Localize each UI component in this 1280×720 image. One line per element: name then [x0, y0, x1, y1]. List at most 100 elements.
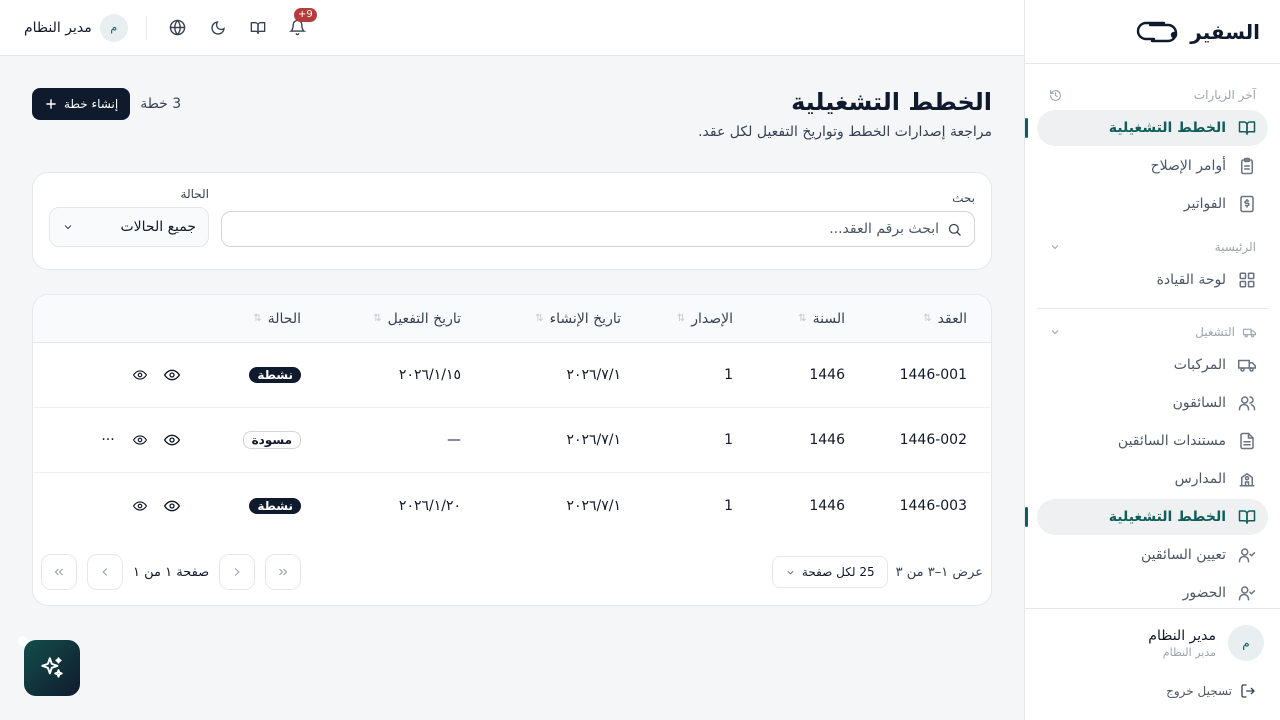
cell-created: ٢٠٢٦/٧/١: [566, 497, 621, 514]
sidebar-item-repair-orders[interactable]: أوامر الإصلاح: [1037, 148, 1268, 184]
user-check-icon: [1238, 546, 1256, 564]
cell-contract: 1446-003: [899, 497, 967, 514]
cell-contract: 1446-001: [899, 367, 967, 383]
view-button[interactable]: [163, 366, 181, 384]
previous-page-button[interactable]: [219, 554, 256, 590]
sort-icon: ⇅: [923, 313, 932, 324]
truck-icon: [1238, 356, 1256, 374]
divider: [145, 15, 147, 40]
sidebar-item-attendance[interactable]: الحضور: [1037, 575, 1268, 611]
preview-button[interactable]: [131, 431, 149, 449]
per-page-select[interactable]: 25 لكل صفحة: [771, 556, 888, 588]
plans-table: العقد ⇅ السنة ⇅ الإصدار ⇅ تاريخ الإنشاء ⇅ تا…: [32, 294, 992, 606]
logout-button[interactable]: تسجيل خروج: [1041, 683, 1264, 699]
table-header: العقد ⇅ السنة ⇅ الإصدار ⇅ تاريخ الإنشاء ⇅ تا…: [33, 295, 991, 343]
page-title: الخطط التشغيلية: [791, 88, 992, 116]
chevron-right-icon: [230, 565, 244, 579]
column-header-year[interactable]: السنة ⇅: [757, 311, 869, 327]
ai-assistant-button[interactable]: [24, 640, 80, 696]
cell-status: نشطة: [205, 367, 325, 383]
create-plan-button[interactable]: إنشاء خطة: [32, 88, 131, 120]
row-actions: [33, 366, 205, 384]
moon-icon: [210, 20, 226, 36]
ops-section-label[interactable]: التشغيل: [1037, 319, 1268, 345]
avatar: م: [1228, 625, 1264, 661]
pagination: عرض ١–٣ من ٣ 25 لكل صفحة صفحة ١ من ١: [33, 538, 991, 605]
eye-icon: [133, 435, 147, 445]
status-select[interactable]: جميع الحالات: [49, 207, 209, 247]
cell-version: 1: [724, 367, 733, 383]
cell-status: مسودة: [205, 431, 325, 449]
column-header-version[interactable]: الإصدار ⇅: [645, 311, 757, 327]
truck-icon: [1243, 326, 1256, 339]
sidebar-item-operational-plans-recent[interactable]: الخطط التشغيلية: [1025, 110, 1268, 146]
status-badge: نشطة: [249, 497, 301, 514]
view-button[interactable]: [163, 497, 181, 515]
globe-icon: [169, 19, 186, 36]
book-open-icon: [1238, 119, 1256, 137]
chevron-left-icon: [98, 565, 112, 579]
next-page-button[interactable]: [87, 554, 123, 590]
clipboard-icon: [1238, 157, 1256, 175]
last-page-button[interactable]: [41, 554, 77, 590]
sidebar-item-driver-documents[interactable]: مستندات السائقين: [1037, 423, 1268, 459]
column-header-contract[interactable]: العقد ⇅: [869, 311, 991, 327]
table-row[interactable]: 1446-002 1446 1 ٢٠٢٦/٧/١ — مسودة ···: [33, 408, 991, 473]
column-header-status[interactable]: الحالة ⇅: [205, 311, 325, 327]
sidebar-item-operational-plans[interactable]: الخطط التشغيلية: [1025, 499, 1268, 535]
eye-icon: [133, 370, 147, 380]
topbar-user[interactable]: مدير النظام م: [24, 13, 128, 42]
sidebar-item-vehicles[interactable]: المركبات: [1037, 347, 1268, 383]
table-row[interactable]: 1446-003 1446 1 ٢٠٢٦/٧/١ ٢٠٢٦/١/٢٠ نشطة: [33, 473, 991, 538]
sidebar-item-schools[interactable]: المدارس: [1037, 461, 1268, 497]
cell-activated: ٢٠٢٦/١/١٥: [398, 367, 461, 383]
cell-activated: ٢٠٢٦/١/٢٠: [398, 497, 461, 514]
chevron-down-icon: [1049, 326, 1061, 338]
sidebar-item-drivers[interactable]: السائقون: [1037, 385, 1268, 421]
first-page-button[interactable]: [265, 554, 302, 590]
status-badge: نشطة: [249, 367, 301, 383]
cell-status: نشطة: [205, 497, 325, 514]
theme-toggle-button[interactable]: [205, 15, 231, 41]
filter-card: بحث ابحث برقم العقد... الحالة جميع الحال…: [32, 172, 992, 270]
main-section-label[interactable]: الرئيسية: [1037, 234, 1268, 260]
cell-version: 1: [724, 497, 733, 514]
column-header-created[interactable]: تاريخ الإنشاء ⇅: [485, 311, 645, 327]
bell-icon: [289, 19, 307, 36]
sidebar-user[interactable]: م مدير النظام مدير النظام: [1041, 625, 1264, 661]
view-button[interactable]: [163, 431, 181, 449]
more-actions-button[interactable]: ···: [99, 431, 117, 449]
docs-button[interactable]: [245, 15, 271, 41]
page-subtitle: مراجعة إصدارات الخطط وتواريخ التفعيل لكل…: [698, 124, 992, 140]
sidebar-item-driver-assignment[interactable]: تعيين السائقين: [1037, 537, 1268, 573]
user-check-icon: [1238, 584, 1256, 602]
page-header: الخطط التشغيلية مراجعة إصدارات الخطط وتو…: [32, 88, 992, 140]
search-input[interactable]: ابحث برقم العقد...: [221, 211, 975, 247]
preview-button[interactable]: [131, 366, 149, 384]
topbar-actions: مدير النظام م +9: [24, 7, 317, 42]
language-button[interactable]: [165, 15, 191, 41]
table-row[interactable]: 1446-001 1446 1 ٢٠٢٦/٧/١ ٢٠٢٦/١/١٥ نشطة: [33, 343, 991, 408]
sidebar-item-dashboard[interactable]: لوحة القيادة: [1037, 262, 1268, 298]
preview-button[interactable]: [131, 497, 149, 515]
sort-icon: ⇅: [373, 313, 382, 324]
notifications-button[interactable]: +9: [285, 7, 317, 41]
plan-count: 3 خطة: [140, 96, 182, 112]
page-info: صفحة ١ من ١: [133, 564, 210, 580]
brand-name: السفير: [1190, 19, 1260, 44]
invoice-icon: [1238, 195, 1256, 213]
topbar-user-name: مدير النظام: [24, 19, 92, 36]
cell-contract: 1446-002: [899, 432, 967, 448]
chevron-down-icon: [785, 567, 796, 578]
brand[interactable]: السفير: [1025, 0, 1280, 64]
sidebar-item-invoices[interactable]: الفواتير: [1037, 186, 1268, 222]
cell-activated: —: [447, 432, 461, 448]
search-placeholder: ابحث برقم العقد...: [829, 221, 939, 237]
main-content: الخطط التشغيلية مراجعة إصدارات الخطط وتو…: [32, 56, 992, 606]
cell-year: 1446: [809, 497, 845, 514]
column-header-activated[interactable]: تاريخ التفعيل ⇅: [325, 311, 485, 327]
eye-icon: [164, 434, 180, 446]
user-role: مدير النظام: [1162, 645, 1216, 659]
pagination-controls: صفحة ١ من ١: [41, 554, 302, 590]
file-text-icon: [1238, 432, 1256, 450]
